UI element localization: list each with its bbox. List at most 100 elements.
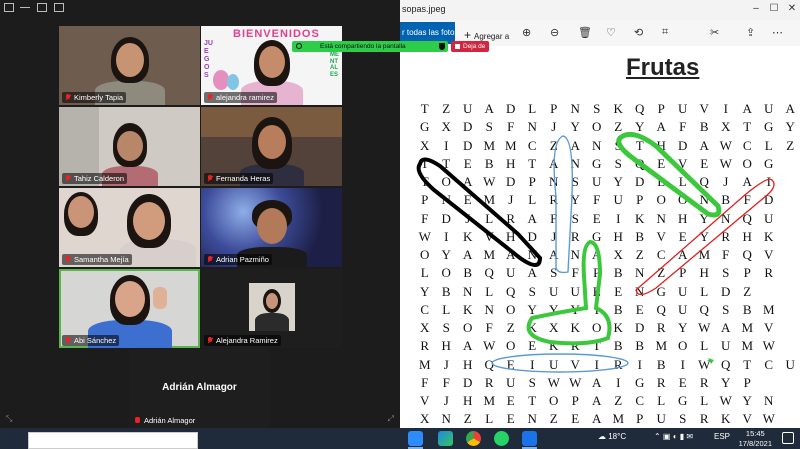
video-tile[interactable]: Adrian Pazmiño [201, 188, 342, 267]
stop-share-button[interactable]: Deja de [451, 41, 490, 52]
grid-letter: W [762, 411, 775, 427]
search-box[interactable] [28, 432, 198, 449]
resize-icon[interactable]: ⤢ [388, 414, 394, 424]
grid-letter: H [463, 393, 473, 408]
grid-letter: M [418, 356, 431, 372]
grid-letter: O [549, 393, 559, 408]
zoom-out-icon[interactable]: ⊖ [550, 26, 559, 39]
grid-letter: D [506, 101, 516, 116]
grid-letter: K [463, 301, 473, 317]
grid-letter: S [485, 119, 493, 135]
grid-letter: G [592, 228, 602, 244]
photos-window: sopas.jpeg – ☐ ✕ r todas las fotos + Agre… [400, 0, 800, 428]
grid-letter: C [742, 137, 752, 153]
video-tile[interactable]: Kimberly Tapia [59, 26, 200, 105]
grid-letter: Z [506, 320, 515, 335]
video-tile[interactable]: Tahiz Calderon [59, 107, 200, 186]
grid-letter: N [549, 174, 559, 189]
grid-letter: P [657, 101, 665, 116]
grid-letter: Q [484, 265, 494, 281]
grid-letter: O [441, 174, 451, 189]
grid-letter: O [420, 247, 430, 262]
grid-letter: Y [549, 301, 559, 317]
grid-letter: W [698, 356, 711, 372]
zoom-app-icon[interactable] [408, 431, 423, 446]
grid-letter: G [420, 119, 430, 135]
tray-icons[interactable]: ⌃ ▣ ◐ ▮ ✉ [654, 432, 693, 441]
video-tile[interactable]: Samantha Mejía [59, 188, 200, 267]
grid-letter: P [743, 265, 751, 281]
grid-letter: L [528, 101, 537, 116]
grid-letter: L [442, 301, 451, 317]
weather-widget[interactable]: ☁ 18°C [598, 432, 626, 441]
muted-mic-icon [207, 175, 213, 182]
grid-letter: T [442, 155, 451, 171]
grid-letter: L [485, 411, 494, 427]
grid-letter: M [483, 247, 496, 262]
word-search-image: Frutas TZUADLPNSKQPUVIAUAGXDSFNJYOZYAFBX… [400, 46, 800, 428]
banner-right-text: MENTALES [330, 52, 339, 78]
grid-letter: B [635, 338, 645, 354]
grid-letter: J [508, 192, 514, 208]
muted-mic-icon [65, 256, 71, 263]
grid-letter: G [592, 155, 602, 171]
minimize-icon[interactable]: – [749, 3, 763, 14]
minimize-icon[interactable] [20, 3, 30, 8]
favorite-icon[interactable]: ♡ [606, 26, 616, 39]
grid-letter: T [743, 119, 752, 135]
chrome-icon[interactable] [466, 431, 481, 446]
video-tile[interactable]: Alejandra Ramirez [201, 269, 342, 348]
grid-letter: O [678, 338, 688, 354]
grid-letter: B [699, 119, 709, 135]
video-tile-active[interactable]: Abi Sánchez [59, 269, 200, 348]
resize-icon[interactable]: ⤡ [6, 414, 12, 424]
grid-letter: T [635, 137, 644, 153]
whatsapp-icon[interactable] [494, 431, 509, 446]
grid-letter: T [420, 155, 429, 171]
share-status-banner[interactable]: Está compartiendo la pantalla [292, 41, 448, 52]
grid-letter: I [680, 356, 685, 372]
video-tile-no-camera[interactable]: Adrián Almagor Adrián Almagor [129, 349, 270, 428]
share-icon[interactable]: ⇪ [746, 26, 755, 39]
zoom-in-icon[interactable]: ⊕ [522, 26, 531, 39]
notification-icon[interactable] [782, 432, 794, 444]
close-icon[interactable]: ✕ [785, 3, 799, 14]
grid-letter: A [484, 101, 494, 116]
muted-mic-icon [207, 94, 213, 101]
crop-icon[interactable]: ⌗ [662, 26, 668, 39]
system-clock[interactable]: 15:45 17/8/2021 [739, 429, 772, 448]
grid-letter: L [657, 393, 666, 408]
grid-letter: X [613, 247, 623, 262]
grid-letter: F [421, 210, 429, 226]
grid-letter: N [635, 283, 645, 299]
edge-icon[interactable] [438, 431, 453, 446]
raised-hand [153, 287, 167, 309]
grid-letter: B [656, 356, 666, 372]
gallery-icon[interactable] [54, 3, 64, 12]
grid-letter: M [762, 301, 775, 317]
language-indicator[interactable]: ESP [714, 432, 730, 441]
grid-letter: V [699, 101, 709, 116]
grid-letter: U [549, 356, 559, 372]
grid-letter: Q [656, 301, 666, 317]
delete-icon[interactable]: 🗑 [578, 26, 592, 39]
grid-letter: F [743, 192, 751, 208]
add-to-button[interactable]: + Agregar a [464, 28, 509, 42]
photos-app-icon[interactable] [522, 431, 537, 446]
video-tile[interactable]: BIENVENIDOS JUEGOS MENTALES alejandra ra… [201, 26, 342, 105]
grid-letter: N [463, 283, 473, 299]
edit-icon[interactable]: ✂ [710, 26, 719, 39]
grid-letter: G [635, 374, 645, 390]
grid-letter: A [656, 119, 666, 135]
maximize-icon[interactable]: ☐ [767, 3, 781, 14]
video-tile[interactable]: Fernanda Heras [201, 107, 342, 186]
grid-letter: Q [699, 174, 709, 189]
rotate-icon[interactable]: ⟲ [634, 26, 643, 39]
grid-letter: Y [420, 283, 430, 299]
more-icon[interactable]: ⋯ [772, 26, 783, 39]
view-icon[interactable] [4, 3, 14, 12]
participant-name-label: Fernanda Heras [204, 173, 274, 184]
grid-view-icon[interactable] [37, 3, 47, 12]
grid-letter: Y [570, 301, 580, 317]
grid-letter: T [592, 338, 601, 354]
